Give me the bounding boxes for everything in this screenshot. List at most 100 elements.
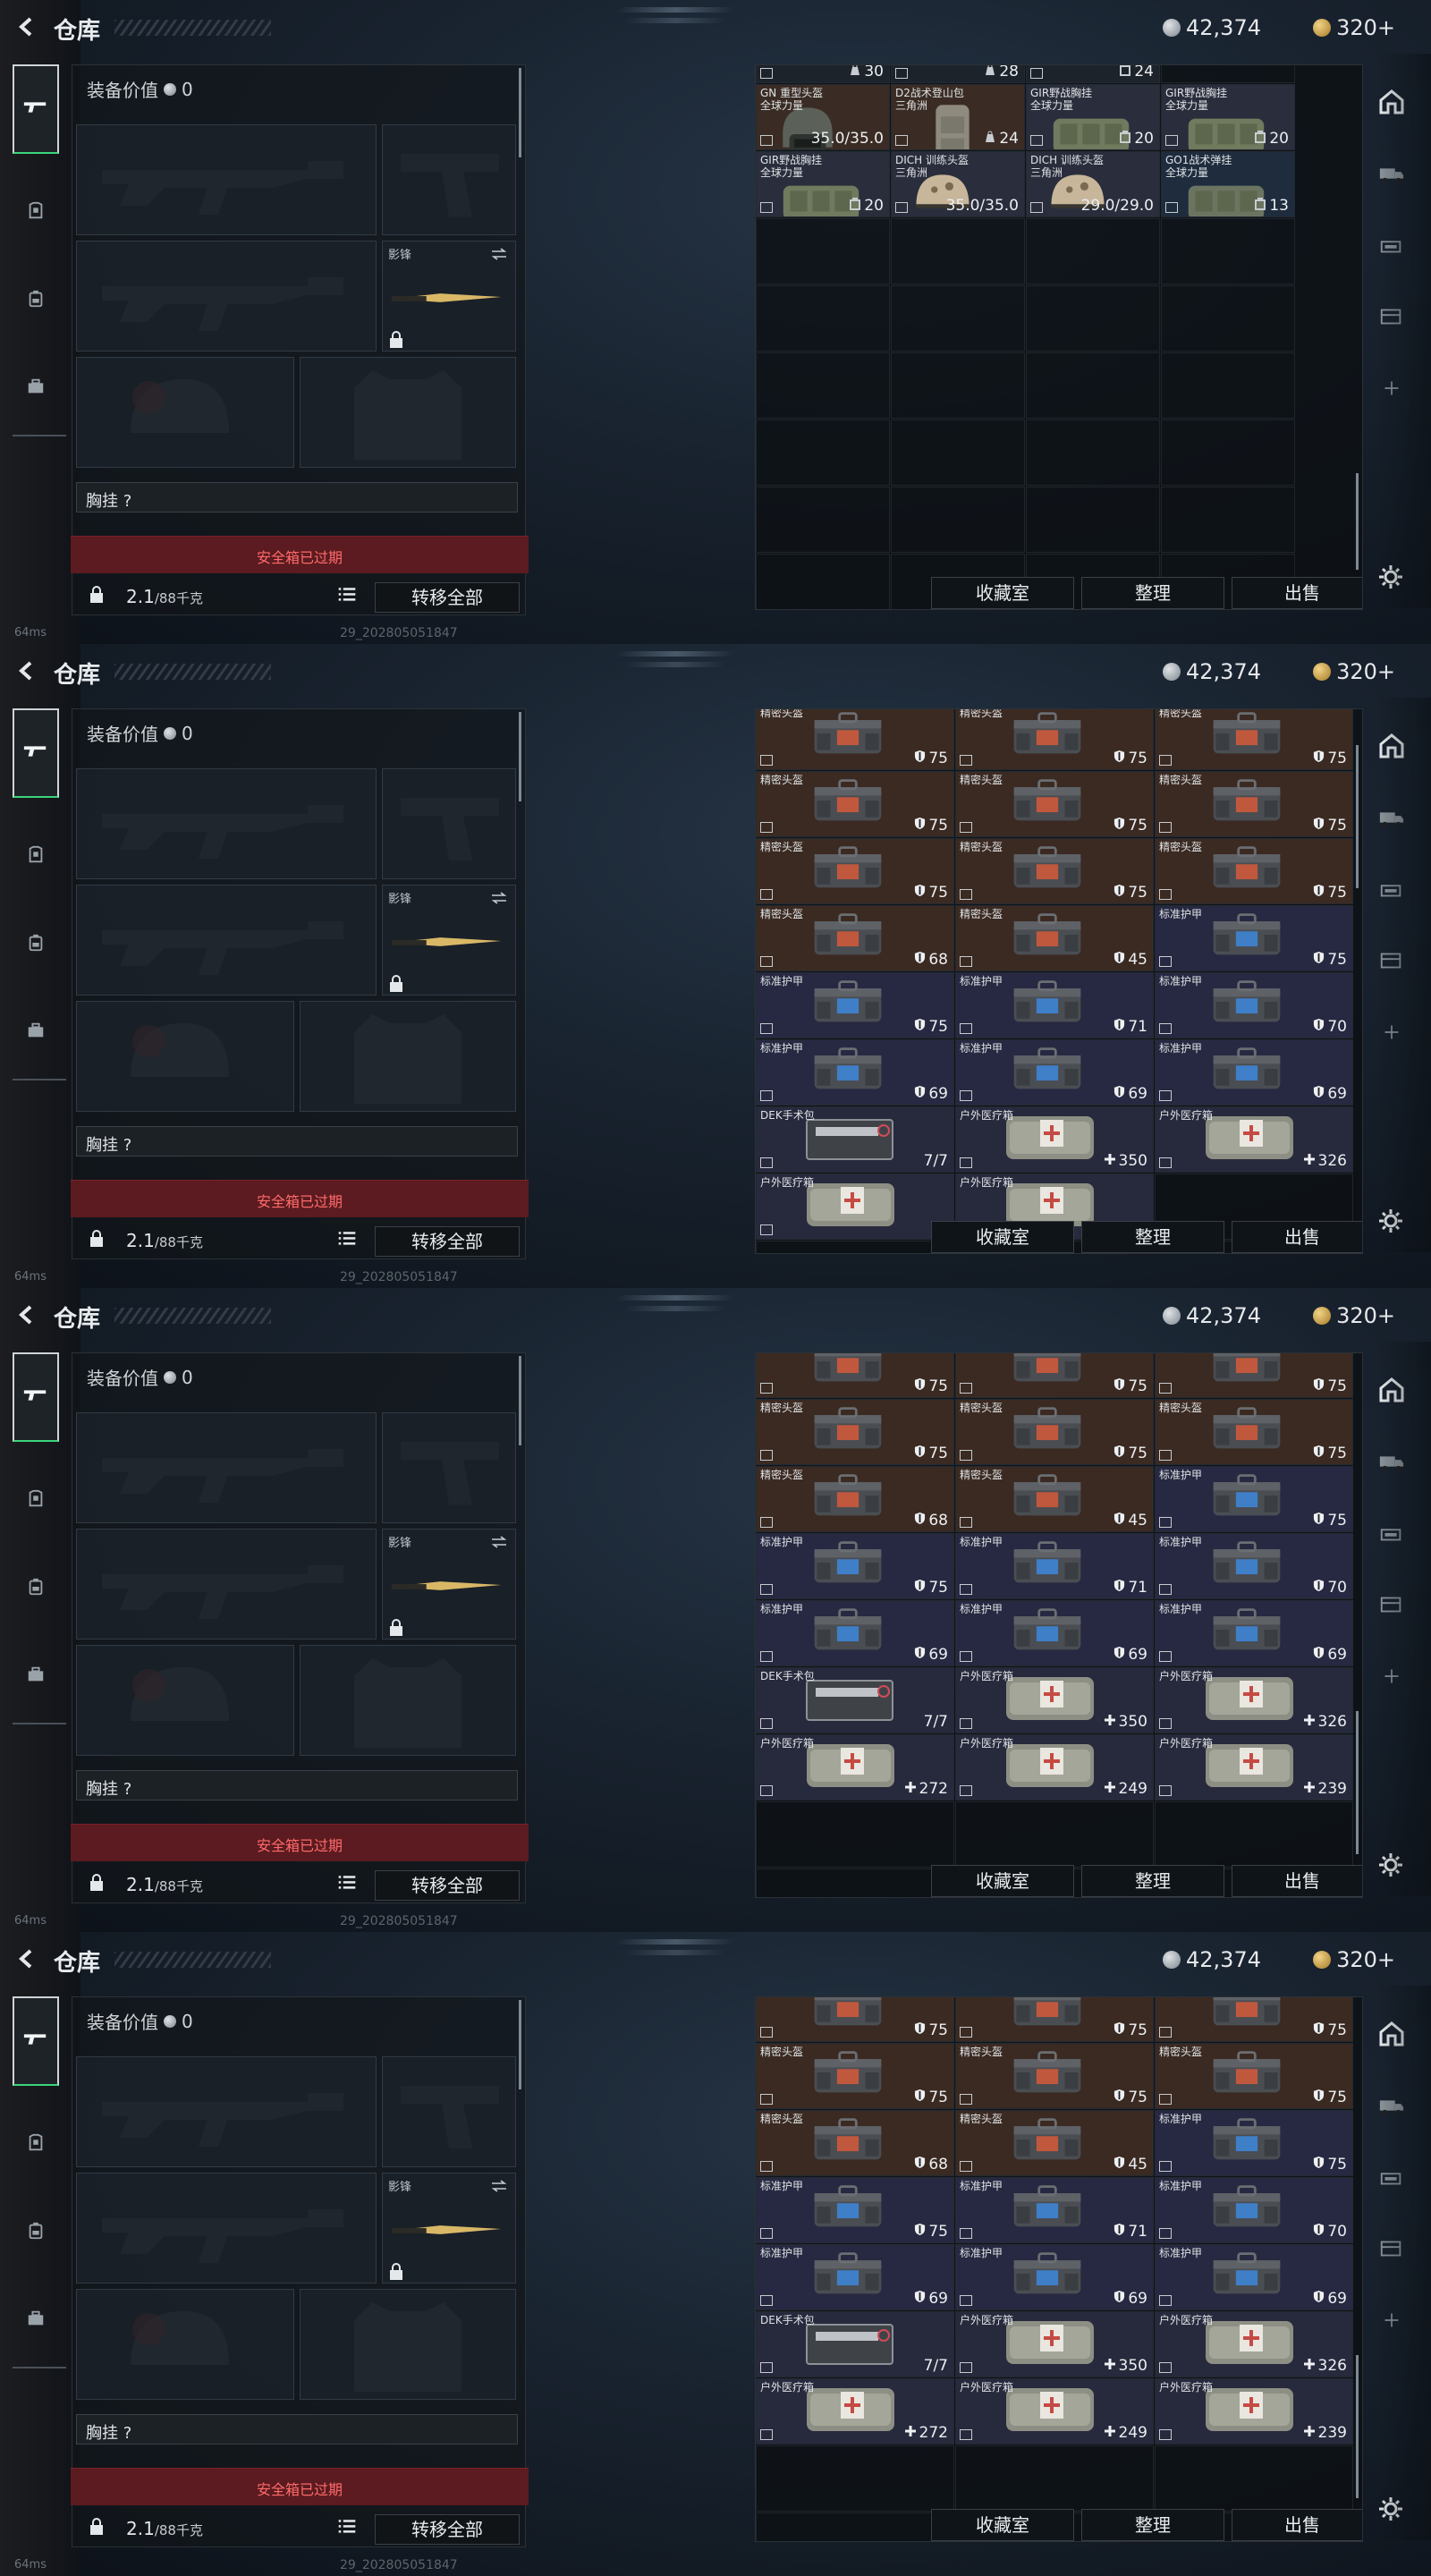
sell-button[interactable]: 出售 bbox=[1232, 1221, 1362, 1253]
inventory-item[interactable]: 精密头盔 75 bbox=[756, 2043, 954, 2109]
storage-tab-plus[interactable] bbox=[1374, 1660, 1410, 1696]
swap-icon[interactable] bbox=[490, 2179, 508, 2192]
inventory-item[interactable]: 标准护甲 69 bbox=[756, 2244, 954, 2310]
inventory-item[interactable]: 精密头盔 75 bbox=[955, 1399, 1154, 1465]
inventory-item[interactable]: 标准护甲 69 bbox=[955, 1600, 1154, 1666]
inventory-item[interactable]: 精密头盔 45 bbox=[955, 2110, 1154, 2176]
inventory-item[interactable]: 标准护甲 70 bbox=[1155, 2177, 1353, 2243]
inventory-item[interactable]: 户外医疗箱 272 bbox=[756, 1734, 954, 1801]
helmet-slot[interactable] bbox=[76, 1001, 294, 1112]
inventory-item[interactable]: 标准护甲 75 bbox=[1155, 905, 1353, 971]
inventory-item[interactable]: 户外医疗箱 326 bbox=[1155, 2311, 1353, 2377]
swap-icon[interactable] bbox=[490, 1535, 508, 1548]
storage-tab-plus[interactable] bbox=[1374, 2304, 1410, 2340]
inventory-item[interactable]: 标准护甲 69 bbox=[1155, 1600, 1353, 1666]
inventory-item[interactable]: 精密头盔 75 bbox=[1155, 709, 1353, 770]
secondary-weapon-slot[interactable] bbox=[76, 885, 377, 996]
primary-weapon-slot[interactable] bbox=[76, 768, 377, 879]
list-icon[interactable] bbox=[337, 1872, 360, 1895]
inventory-item[interactable]: GO1战术弹挂 全球力量 13 bbox=[1161, 151, 1295, 217]
equipment-scrollbar[interactable] bbox=[519, 712, 521, 801]
storage-tab-gti[interactable] bbox=[1374, 229, 1410, 265]
storage-tab-gti[interactable] bbox=[1374, 1517, 1410, 1553]
equipment-scrollbar[interactable] bbox=[519, 68, 521, 157]
back-icon[interactable] bbox=[16, 16, 38, 38]
nav-tab-backpack[interactable] bbox=[13, 921, 59, 968]
pistol-slot[interactable] bbox=[382, 768, 516, 879]
armor-slot[interactable] bbox=[300, 357, 516, 468]
inventory-item[interactable]: 户外医疗箱 272 bbox=[756, 2378, 954, 2445]
sort-button[interactable]: 整理 bbox=[1081, 577, 1224, 609]
storage-tab-truck[interactable] bbox=[1374, 801, 1410, 837]
inventory-item[interactable]: GIR野战胸挂 全球力量 20 bbox=[756, 151, 890, 217]
storage-tab-home[interactable] bbox=[1374, 1374, 1410, 1410]
inventory-item[interactable]: 75 bbox=[756, 1353, 954, 1398]
inventory-item[interactable]: 精密头盔 75 bbox=[1155, 838, 1353, 904]
helmet-slot[interactable] bbox=[76, 2289, 294, 2400]
empty-slot[interactable] bbox=[1161, 218, 1295, 284]
back-icon[interactable] bbox=[16, 660, 38, 682]
warehouse-scrollbar[interactable] bbox=[1356, 1711, 1359, 1854]
empty-slot[interactable] bbox=[1161, 285, 1295, 352]
inventory-item[interactable]: 75 bbox=[1155, 1997, 1353, 2042]
secondary-weapon-slot[interactable] bbox=[76, 241, 377, 352]
storage-tab-truck[interactable] bbox=[1374, 157, 1410, 193]
inventory-item[interactable]: 标准护甲 75 bbox=[756, 2177, 954, 2243]
empty-slot[interactable] bbox=[891, 487, 1025, 553]
inventory-item[interactable]: 标准护甲 71 bbox=[955, 1533, 1154, 1599]
inventory-item[interactable]: 精密头盔 75 bbox=[955, 2043, 1154, 2109]
inventory-item[interactable]: GN 重型头盔 全球力量 35.0/35.0 bbox=[756, 84, 890, 150]
inventory-item[interactable]: 标准护甲 69 bbox=[756, 1039, 954, 1106]
safe-box-expired[interactable]: 安全箱已过期 bbox=[71, 1180, 529, 1217]
armor-slot[interactable] bbox=[300, 1645, 516, 1756]
storage-tab-crate[interactable] bbox=[1374, 945, 1410, 980]
inventory-item[interactable]: DICH 训练头盔 三角洲 29.0/29.0 bbox=[1026, 151, 1160, 217]
list-icon[interactable] bbox=[337, 1228, 360, 1251]
silver-currency[interactable]: 42,374 bbox=[1163, 1946, 1261, 1973]
inventory-item[interactable]: 标准护甲 75 bbox=[1155, 1466, 1353, 1532]
gold-currency[interactable]: 320+ bbox=[1313, 14, 1395, 41]
silver-currency[interactable]: 42,374 bbox=[1163, 1302, 1261, 1329]
inventory-item[interactable]: 精密头盔 68 bbox=[756, 2110, 954, 2176]
empty-slot[interactable] bbox=[756, 419, 890, 486]
empty-slot[interactable] bbox=[1155, 2445, 1353, 2512]
empty-slot[interactable] bbox=[756, 1868, 954, 1897]
inventory-item[interactable]: 28 bbox=[891, 65, 1025, 83]
inventory-item[interactable]: 精密头盔 75 bbox=[955, 709, 1154, 770]
primary-weapon-slot[interactable] bbox=[76, 124, 377, 235]
helmet-slot[interactable] bbox=[76, 1645, 294, 1756]
inventory-item[interactable]: 标准护甲 70 bbox=[1155, 972, 1353, 1038]
gear-icon[interactable] bbox=[1377, 2496, 1404, 2522]
collection-room-button[interactable]: 收藏室 bbox=[931, 577, 1074, 609]
inventory-item[interactable]: 标准护甲 75 bbox=[756, 972, 954, 1038]
empty-slot[interactable] bbox=[756, 1801, 954, 1868]
inventory-item[interactable]: 户外医疗箱 350 bbox=[955, 2311, 1154, 2377]
warehouse-scrollbar[interactable] bbox=[1356, 745, 1359, 888]
inventory-item[interactable]: 30 bbox=[756, 65, 890, 83]
inventory-item[interactable]: 精密头盔 45 bbox=[955, 905, 1154, 971]
gold-currency[interactable]: 320+ bbox=[1313, 658, 1395, 685]
transfer-all-button[interactable]: 转移全部 bbox=[375, 1226, 520, 1257]
inventory-item[interactable]: 精密头盔 75 bbox=[955, 838, 1154, 904]
inventory-item[interactable]: 标准护甲 75 bbox=[1155, 2110, 1353, 2176]
inventory-item[interactable]: DICH 训练头盔 三角洲 35.0/35.0 bbox=[891, 151, 1025, 217]
chest-rig-slot[interactable]: 胸挂 ? bbox=[76, 1126, 518, 1157]
empty-slot[interactable] bbox=[891, 419, 1025, 486]
storage-tab-crate[interactable] bbox=[1374, 2233, 1410, 2268]
empty-slot[interactable] bbox=[756, 285, 890, 352]
swap-icon[interactable] bbox=[490, 247, 508, 260]
warehouse-scrollbar[interactable] bbox=[1356, 473, 1359, 570]
helmet-slot[interactable] bbox=[76, 357, 294, 468]
inventory-item[interactable]: 精密头盔 75 bbox=[756, 709, 954, 770]
sell-button[interactable]: 出售 bbox=[1232, 2509, 1362, 2541]
empty-slot[interactable] bbox=[1026, 218, 1160, 284]
inventory-item[interactable]: 户外医疗箱 326 bbox=[1155, 1106, 1353, 1173]
inventory-item[interactable]: 标准护甲 75 bbox=[756, 1533, 954, 1599]
inventory-item[interactable]: 精密头盔 45 bbox=[955, 1466, 1154, 1532]
nav-tab-case[interactable] bbox=[13, 2297, 59, 2343]
nav-tab-armor[interactable] bbox=[13, 2122, 59, 2168]
nav-tab-backpack[interactable] bbox=[13, 1565, 59, 1612]
empty-slot[interactable] bbox=[1026, 419, 1160, 486]
gear-icon[interactable] bbox=[1377, 1852, 1404, 1878]
inventory-item[interactable]: 户外医疗箱 bbox=[756, 1174, 954, 1240]
